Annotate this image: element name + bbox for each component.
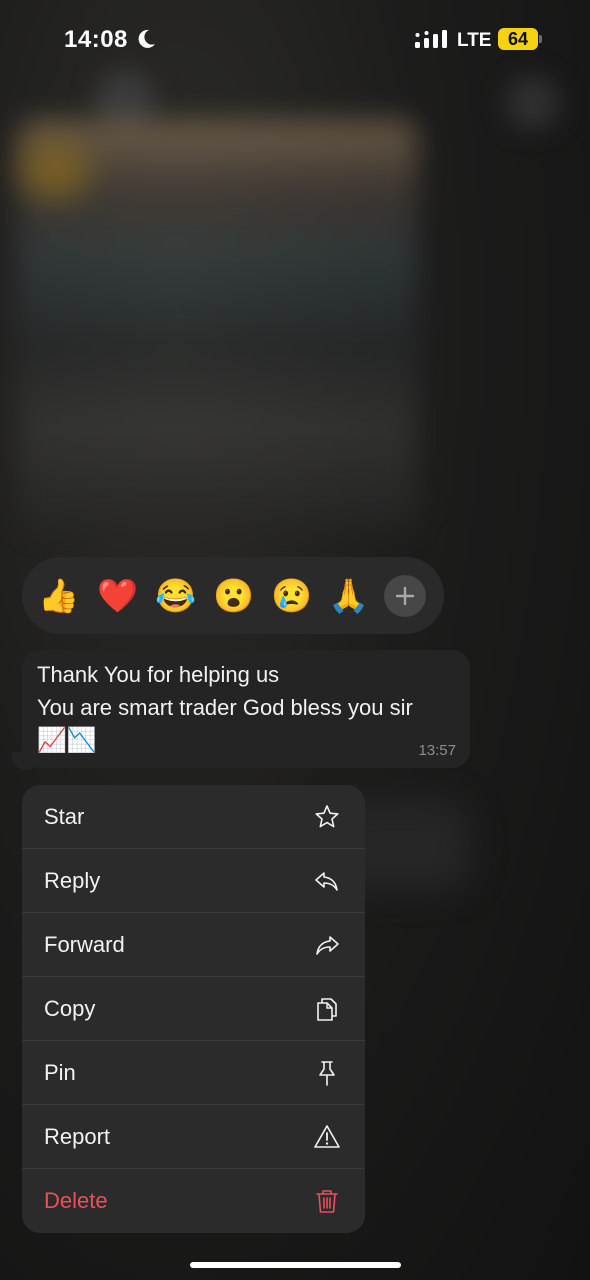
menu-item-label: Pin — [44, 1060, 76, 1085]
status-bar: 14:08 LTE 64 — [0, 0, 590, 80]
message-text-line2: You are smart trader God bless you sir — [37, 695, 413, 720]
moon-icon — [138, 29, 155, 48]
battery-tip — [539, 35, 542, 43]
warning-icon — [314, 1125, 340, 1148]
battery-icon: 64 — [498, 28, 538, 50]
menu-item-delete[interactable]: Delete — [22, 1169, 365, 1233]
home-indicator[interactable] — [190, 1262, 401, 1268]
context-menu: Star Reply Forward Copy Pin Report Delet… — [22, 785, 365, 1233]
add-reaction-button[interactable] — [384, 575, 426, 617]
menu-item-label: Forward — [44, 932, 125, 957]
reaction-bar: 👍 ❤️ 😂 😮 😢 🙏 — [22, 557, 444, 634]
reply-icon — [315, 872, 338, 891]
plus-icon — [395, 586, 415, 606]
menu-item-pin[interactable]: Pin — [22, 1041, 365, 1105]
menu-item-label: Report — [44, 1124, 111, 1149]
network-type: LTE — [457, 30, 492, 51]
blurred-highlight — [20, 140, 90, 200]
reaction-heart[interactable]: ❤️ — [97, 576, 138, 616]
blurred-menu-icon — [505, 75, 560, 130]
message-bubble[interactable]: Thank You for helping us You are smart t… — [22, 650, 470, 768]
menu-item-label: Delete — [44, 1188, 108, 1213]
forward-icon — [316, 936, 339, 955]
menu-item-star[interactable]: Star — [22, 785, 365, 849]
copy-icon — [317, 998, 337, 1021]
reaction-surprised[interactable]: 😮 — [213, 576, 254, 616]
status-time: 14:08 — [64, 26, 128, 53]
message-text-line1: Thank You for helping us — [37, 662, 280, 687]
menu-item-label: Star — [44, 804, 85, 829]
message-emoji-line: 📈📉 — [37, 727, 97, 754]
menu-item-label: Copy — [44, 996, 96, 1021]
star-icon — [315, 805, 339, 828]
signal-icon — [415, 30, 447, 48]
trash-icon — [316, 1190, 338, 1213]
pin-icon — [319, 1061, 335, 1086]
reaction-thumbs-up[interactable]: 👍 — [38, 576, 79, 616]
reaction-crying[interactable]: 😢 — [271, 576, 312, 616]
menu-item-reply[interactable]: Reply — [22, 849, 365, 913]
message-timestamp: 13:57 — [418, 742, 456, 759]
menu-item-label: Reply — [44, 868, 101, 893]
menu-item-forward[interactable]: Forward — [22, 913, 365, 977]
menu-item-report[interactable]: Report — [22, 1105, 365, 1169]
reaction-laughing[interactable]: 😂 — [155, 576, 196, 616]
reaction-praying[interactable]: 🙏 — [328, 576, 369, 616]
menu-item-copy[interactable]: Copy — [22, 977, 365, 1041]
